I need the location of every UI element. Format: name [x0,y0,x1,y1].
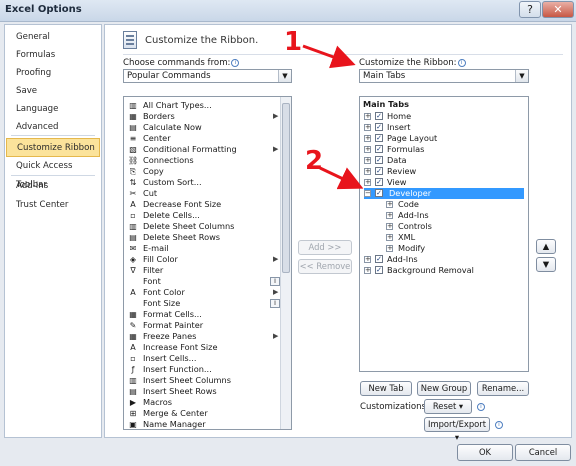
annotation-step-2: 2 [305,146,324,176]
annotation-arrow-1 [302,44,356,69]
annotation-overlay [302,44,364,190]
annotation-step-1: 1 [284,27,303,57]
annotation-arrow-2 [319,166,364,190]
